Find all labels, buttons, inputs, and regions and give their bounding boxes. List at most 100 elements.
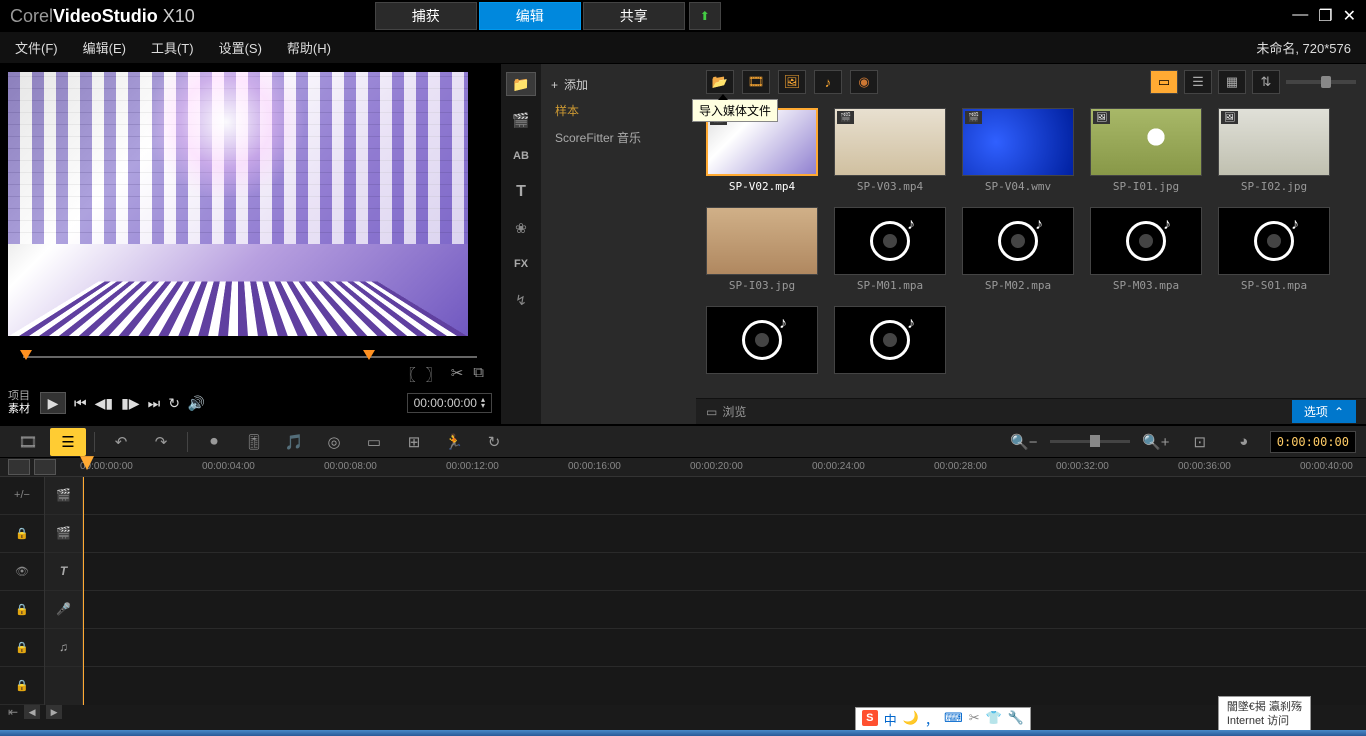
timeline-scrollbar[interactable]: ⇤ ◀ ▶: [0, 705, 1366, 720]
fit-project-button[interactable]: ⊡: [1182, 428, 1218, 456]
zoom-slider[interactable]: [1050, 440, 1130, 443]
record-button[interactable]: ⏺: [196, 428, 232, 456]
track-lock-1[interactable]: 🔒: [0, 515, 44, 553]
preview-screen[interactable]: [8, 72, 468, 336]
options-button[interactable]: 选项 ⌃: [1292, 400, 1356, 423]
add-folder-button[interactable]: +添加: [541, 72, 696, 97]
library-item[interactable]: 🖼SP-I02.jpg: [1218, 108, 1330, 193]
ruler-btn-2[interactable]: [34, 459, 56, 475]
ime-comma-icon[interactable]: ，: [925, 710, 938, 729]
track-add-button[interactable]: +/−: [0, 477, 44, 515]
thumbnail-size-slider[interactable]: [1286, 80, 1356, 84]
track-lanes[interactable]: [83, 477, 1366, 705]
zoom-in-button[interactable]: 🔍+: [1138, 428, 1174, 456]
audio-mixer-button[interactable]: 🎚: [236, 428, 272, 456]
category-samples[interactable]: 样本: [541, 97, 696, 124]
repeat-button[interactable]: ↻: [168, 395, 180, 412]
media-tab-icon[interactable]: 📁: [506, 72, 536, 96]
library-item[interactable]: 🎬SP-V04.wmv: [962, 108, 1074, 193]
library-item[interactable]: 🎬SP-V03.mp4: [834, 108, 946, 193]
redo-button[interactable]: ↷: [143, 428, 179, 456]
scrubber[interactable]: [8, 346, 492, 366]
filter-disc-button[interactable]: ◉: [850, 70, 878, 94]
library-item[interactable]: SP-M02.mpa: [962, 207, 1074, 292]
filter-photo-button[interactable]: 🖼: [778, 70, 806, 94]
import-media-button[interactable]: 📂 导入媒体文件: [706, 70, 734, 94]
playhead-line[interactable]: [83, 477, 84, 705]
mark-out-handle[interactable]: [363, 350, 375, 360]
library-item[interactable]: SP-I03.jpg: [706, 207, 818, 292]
ruler-btn-1[interactable]: [8, 459, 30, 475]
track-lane[interactable]: [83, 477, 1366, 515]
close-button[interactable]: ✕: [1343, 6, 1356, 26]
timeline-ruler[interactable]: 00:00:00:0000:00:04:0000:00:08:0000:00:1…: [0, 458, 1366, 477]
ime-moon-icon[interactable]: 🌙: [903, 710, 919, 729]
browse-button[interactable]: ▭ 浏览: [706, 403, 746, 420]
ime-lang[interactable]: 中: [884, 710, 897, 729]
ime-shirt-icon[interactable]: 👕: [986, 710, 1002, 729]
track-lock-3[interactable]: 🔒: [0, 629, 44, 667]
view-grid-button[interactable]: ▦: [1218, 70, 1246, 94]
menu-edit[interactable]: 编辑(E): [83, 38, 126, 57]
menu-help[interactable]: 帮助(H): [287, 38, 331, 57]
library-item[interactable]: [834, 306, 946, 378]
sort-button[interactable]: ⇅: [1252, 70, 1280, 94]
ime-scissors-icon[interactable]: ✂: [969, 710, 980, 729]
prev-frame-button[interactable]: ◀▮: [95, 395, 113, 412]
library-item[interactable]: SP-S01.mpa: [1218, 207, 1330, 292]
project-duration-icon[interactable]: ◕: [1226, 428, 1262, 456]
preview-timecode[interactable]: 00:00:00:00▴▾: [407, 393, 492, 413]
zoom-out-button[interactable]: 🔍−: [1006, 428, 1042, 456]
ime-toolbar[interactable]: S 中 🌙 ， ⌨ ✂ 👕 🔧: [855, 707, 1031, 732]
auto-music-button[interactable]: 🎵: [276, 428, 312, 456]
scroll-right-button[interactable]: ▶: [46, 705, 62, 719]
music-track-icon[interactable]: ♫: [45, 629, 82, 667]
minimize-button[interactable]: —: [1292, 6, 1308, 26]
taskbar[interactable]: [0, 730, 1366, 736]
filter-video-button[interactable]: 🎞: [742, 70, 770, 94]
library-item[interactable]: [706, 306, 818, 378]
title-tab-icon[interactable]: T: [506, 180, 536, 204]
menu-file[interactable]: 文件(F): [15, 38, 58, 57]
track-lane[interactable]: [83, 591, 1366, 629]
menu-settings[interactable]: 设置(S): [219, 38, 262, 57]
view-thumbnails-button[interactable]: ▭: [1150, 70, 1178, 94]
track-lane[interactable]: [83, 515, 1366, 553]
track-lane[interactable]: [83, 553, 1366, 591]
multi-view-button[interactable]: ⊞: [396, 428, 432, 456]
library-item[interactable]: 🖼SP-I01.jpg: [1090, 108, 1202, 193]
playback-mode[interactable]: 项目 素材: [8, 390, 30, 416]
go-end-button[interactable]: ⏭: [148, 395, 161, 412]
play-button[interactable]: ▶: [40, 392, 66, 414]
undo-button[interactable]: ↶: [103, 428, 139, 456]
overlay-track-icon[interactable]: 🎬: [45, 515, 82, 553]
mark-in-handle[interactable]: [20, 350, 32, 360]
split-button[interactable]: ⧉: [473, 364, 484, 385]
sogou-icon[interactable]: S: [862, 710, 878, 726]
timeline-view-button[interactable]: ☰: [50, 428, 86, 456]
timeline-timecode[interactable]: 0:00:00:00: [1270, 431, 1356, 453]
library-item[interactable]: SP-M01.mpa: [834, 207, 946, 292]
ime-keyboard-icon[interactable]: ⌨: [944, 710, 963, 729]
go-start-button[interactable]: ⏮: [74, 395, 87, 412]
cut-button[interactable]: ✂: [451, 364, 464, 385]
video-track-icon[interactable]: 🎬: [45, 477, 82, 515]
track-vis-1[interactable]: 👁: [0, 553, 44, 591]
ime-wrench-icon[interactable]: 🔧: [1008, 710, 1024, 729]
graphic-tab-icon[interactable]: ❀: [506, 216, 536, 240]
voice-track-icon[interactable]: 🎤: [45, 591, 82, 629]
menu-tools[interactable]: 工具(T): [151, 38, 194, 57]
instant-project-icon[interactable]: 🎬: [506, 108, 536, 132]
transition-tab-icon[interactable]: AB: [506, 144, 536, 168]
restore-button[interactable]: ❐: [1318, 6, 1332, 26]
storyboard-view-button[interactable]: 🎞: [10, 428, 46, 456]
filter-audio-button[interactable]: ♪: [814, 70, 842, 94]
title-track-icon[interactable]: T: [45, 553, 82, 591]
view-list-button[interactable]: ☰: [1184, 70, 1212, 94]
track-lane[interactable]: [83, 629, 1366, 667]
path-tab-icon[interactable]: ↯: [506, 288, 536, 312]
scroll-left-button[interactable]: ◀: [24, 705, 40, 719]
upload-button[interactable]: ⬆: [689, 2, 721, 30]
track-lock-2[interactable]: 🔒: [0, 591, 44, 629]
filter-tab-icon[interactable]: FX: [506, 252, 536, 276]
